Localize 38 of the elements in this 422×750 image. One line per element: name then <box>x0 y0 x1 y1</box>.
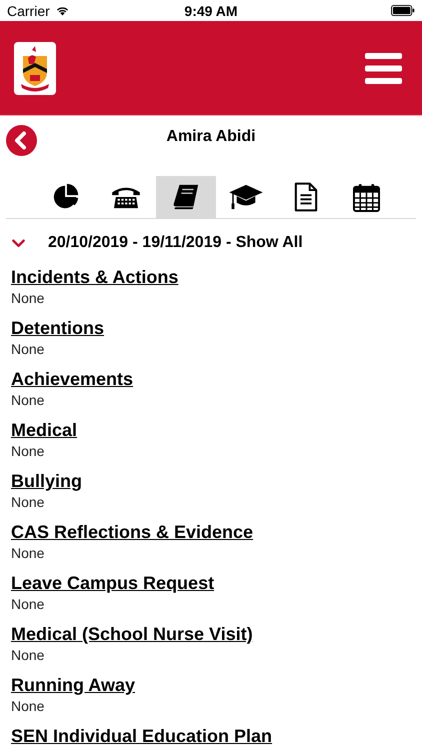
student-name: Amira Abidi <box>166 128 256 146</box>
back-icon <box>6 125 37 156</box>
section-heading[interactable]: Running Away <box>11 675 136 696</box>
menu-button[interactable] <box>365 52 402 84</box>
chevron-icon[interactable] <box>12 238 25 248</box>
section-value: None <box>11 595 44 614</box>
section-heading[interactable]: Detentions <box>11 318 104 339</box>
document-icon <box>294 182 318 212</box>
menu-icon <box>365 52 402 84</box>
section-value: None <box>11 289 44 308</box>
section-heading[interactable]: Incidents & Actions <box>11 267 178 288</box>
section-heading[interactable]: Achievements <box>11 369 134 390</box>
section-value: None <box>11 697 44 716</box>
tab[interactable] <box>156 176 216 218</box>
back-button[interactable] <box>6 125 37 156</box>
section-value: None <box>11 544 44 563</box>
wifi-icon <box>54 5 70 16</box>
section-heading[interactable]: Medical (School Nurse Visit) <box>11 624 253 645</box>
graduation-cap-icon <box>228 184 264 210</box>
section-heading[interactable]: Medical <box>11 420 78 441</box>
calendar-icon <box>352 182 380 212</box>
battery-icon <box>391 5 415 16</box>
section-value: None <box>11 391 44 410</box>
clock-time: 9:49 AM <box>184 2 238 18</box>
crest-logo[interactable] <box>14 42 56 94</box>
phone-icon <box>111 185 141 209</box>
section-heading[interactable]: Bullying <box>11 471 82 492</box>
section-heading[interactable]: CAS Reflections & Evidence <box>11 522 254 543</box>
pie-chart-icon <box>52 183 80 211</box>
book-icon <box>172 183 200 211</box>
section-value: None <box>11 340 44 359</box>
section-heading[interactable]: Leave Campus Request <box>11 573 214 594</box>
section-value: None <box>11 493 44 512</box>
section-value: None <box>11 442 44 461</box>
section-value: None <box>11 646 44 665</box>
carrier-label: Carrier <box>7 2 50 18</box>
section-heading[interactable]: SEN Individual Education Plan <box>11 726 272 747</box>
date-range-label[interactable]: 20/10/2019 - 19/11/2019 - Show All <box>48 234 303 252</box>
